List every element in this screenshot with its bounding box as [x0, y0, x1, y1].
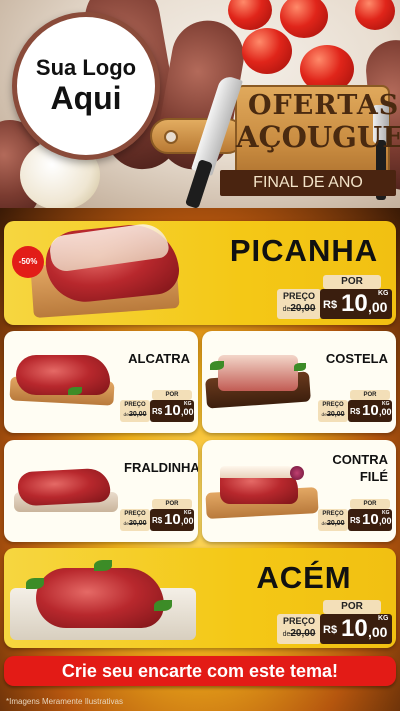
- price-decimal: ,00: [368, 299, 388, 315]
- price-integer: 10: [341, 615, 368, 642]
- product-name: FRALDINHA: [124, 460, 198, 475]
- unit-label: KG: [184, 510, 192, 516]
- herb-leaf-image: [68, 387, 82, 395]
- preco-label: PREÇO: [124, 511, 146, 517]
- product-card-contra-file: CONTRA FILÉ POR PREÇO de20,00 R$ 10 ,00 …: [202, 440, 396, 542]
- header-banner: Sua Logo Aqui OFERTAS AÇOUGUE FINAL DE A…: [0, 0, 400, 208]
- price-decimal: ,00: [181, 407, 194, 417]
- unit-label: KG: [382, 401, 390, 407]
- preco-box: PREÇO de20,00: [318, 509, 348, 531]
- unit-label: KG: [378, 290, 389, 297]
- herb-leaf-image: [26, 578, 44, 589]
- preco-label: PREÇO: [282, 616, 315, 626]
- por-label: POR: [350, 499, 390, 509]
- old-price: de20,00: [282, 303, 316, 314]
- tomato-image: [280, 0, 328, 38]
- old-price: de20,00: [123, 411, 147, 418]
- unit-label: KG: [382, 510, 390, 516]
- product-card-acem: ACÉM POR PREÇO de20,00 R$ 10 ,00 KG: [4, 548, 396, 648]
- price-decimal: ,00: [379, 407, 392, 417]
- price-box: R$ 10 ,00 KG: [150, 400, 194, 422]
- fat-cap-image: [220, 466, 298, 478]
- costela-meat-image: [218, 355, 298, 391]
- subtitle-banner: FINAL DE ANO: [220, 170, 396, 196]
- old-price: de20,00: [321, 411, 345, 418]
- price-box: R$ 10 ,00 KG: [320, 289, 392, 319]
- fraldinha-meat-image: [17, 467, 111, 507]
- preco-label: PREÇO: [282, 291, 315, 301]
- por-label: POR: [152, 499, 192, 509]
- currency-symbol: R$: [350, 407, 361, 416]
- preco-box: PREÇO de20,00: [120, 400, 150, 422]
- currency-symbol: R$: [350, 516, 361, 525]
- unit-label: KG: [378, 615, 389, 622]
- preco-box: PREÇO de20,00: [318, 400, 348, 422]
- tomato-image: [242, 28, 292, 74]
- price-box: R$ 10 ,00 KG: [320, 614, 392, 644]
- price-integer: 10: [362, 511, 379, 528]
- old-price: de20,00: [282, 628, 316, 639]
- product-card-alcatra: ALCATRA POR PREÇO de20,00 R$ 10 ,00 KG: [4, 331, 198, 433]
- product-card-costela: COSTELA POR PREÇO de20,00 R$ 10 ,00 KG: [202, 331, 396, 433]
- logo-text-line2: Aqui: [50, 80, 122, 116]
- title-line2: AÇOUGUE: [236, 120, 400, 154]
- product-card-picanha: -50% PICANHA POR PREÇO de20,00 R$ 10 ,00…: [4, 221, 396, 325]
- product-name: PICANHA: [229, 233, 379, 268]
- product-card-fraldinha: FRALDINHA POR PREÇO de20,00 R$ 10 ,00 KG: [4, 440, 198, 542]
- cta-button[interactable]: Crie seu encarte com este tema!: [4, 656, 396, 686]
- currency-symbol: R$: [152, 516, 163, 525]
- disclaimer-text: *Imagens Meramente Ilustrativas: [6, 697, 123, 706]
- price-integer: 10: [164, 511, 181, 528]
- price-integer: 10: [362, 402, 379, 419]
- preco-box: PREÇO de20,00: [277, 289, 321, 319]
- alcatra-meat-image: [16, 355, 110, 395]
- product-name-line2: FILÉ: [359, 469, 388, 484]
- product-name-line1: CONTRA: [332, 452, 388, 467]
- herb-leaf-image: [210, 361, 224, 370]
- discount-badge: -50%: [12, 246, 44, 278]
- price-decimal: ,00: [368, 624, 388, 640]
- por-label: POR: [323, 275, 381, 289]
- preco-label: PREÇO: [322, 511, 344, 517]
- por-label: POR: [323, 600, 381, 614]
- unit-label: KG: [184, 401, 192, 407]
- preco-label: PREÇO: [124, 402, 146, 408]
- old-price: de20,00: [321, 520, 345, 527]
- product-name: COSTELA: [325, 351, 388, 366]
- logo-text-line1: Sua Logo: [35, 55, 137, 80]
- tomato-image: [228, 0, 272, 30]
- logo-placeholder: Sua Logo Aqui: [12, 12, 160, 160]
- price-integer: 10: [341, 290, 368, 317]
- product-name: ACÉM: [256, 560, 352, 595]
- currency-symbol: R$: [323, 624, 338, 636]
- currency-symbol: R$: [323, 299, 338, 311]
- herb-leaf-image: [94, 560, 112, 571]
- currency-symbol: R$: [152, 407, 163, 416]
- price-integer: 10: [164, 402, 181, 419]
- price-box: R$ 10 ,00 KG: [348, 509, 392, 531]
- title-line1: OFERTAS: [248, 90, 400, 121]
- tomato-image: [355, 0, 395, 30]
- price-box: R$ 10 ,00 KG: [348, 400, 392, 422]
- preco-box: PREÇO de20,00: [120, 509, 150, 531]
- acem-meat-image: [36, 568, 164, 628]
- preco-box: PREÇO de20,00: [277, 614, 321, 644]
- herb-leaf-image: [154, 600, 172, 611]
- product-name: ALCATRA: [128, 351, 190, 366]
- old-price: de20,00: [123, 520, 147, 527]
- preco-label: PREÇO: [322, 402, 344, 408]
- por-label: POR: [350, 390, 390, 400]
- price-decimal: ,00: [181, 516, 194, 526]
- price-box: R$ 10 ,00 KG: [150, 509, 194, 531]
- price-decimal: ,00: [379, 516, 392, 526]
- por-label: POR: [152, 390, 192, 400]
